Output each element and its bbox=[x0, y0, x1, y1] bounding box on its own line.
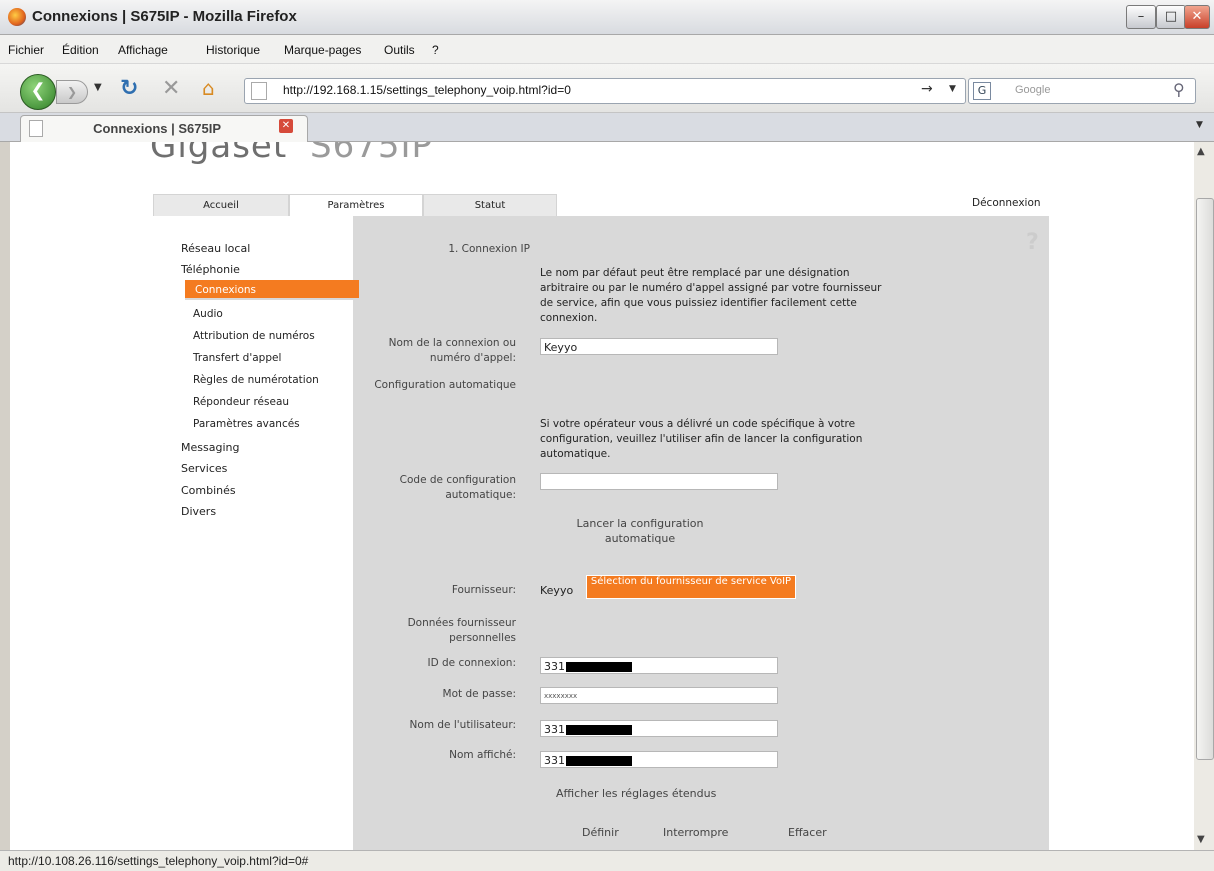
connection-name-label: Nom de la connexion ou numéro d'appel: bbox=[388, 337, 516, 364]
login-id-prefix: 331 bbox=[544, 660, 565, 673]
forward-arrow-icon[interactable]: ❯ bbox=[56, 80, 88, 104]
sidebar-item-combines[interactable]: Combinés bbox=[181, 484, 236, 497]
logo-brand: Gigaset bbox=[150, 142, 288, 166]
display-name-prefix: 331 bbox=[544, 754, 565, 767]
section-title: 1. Connexion IP bbox=[448, 243, 530, 255]
go-arrow-icon[interactable]: → bbox=[921, 81, 933, 97]
provider-value: Keyyo bbox=[540, 584, 574, 597]
minimize-button[interactable]: – bbox=[1126, 5, 1156, 29]
window-title: Connexions | S675IP - Mozilla Firefox bbox=[32, 8, 297, 25]
address-url: http://192.168.1.15/settings_telephony_v… bbox=[283, 83, 571, 97]
reload-icon[interactable]: ↻ bbox=[120, 76, 138, 101]
menu-edition[interactable]: Édition bbox=[62, 43, 99, 57]
navigation-toolbar: ❮ ❯ ▼ ↻ ✕ ⌂ http://192.168.1.15/settings… bbox=[0, 64, 1214, 113]
search-box[interactable]: G Google ⚲ bbox=[968, 78, 1196, 104]
username-label: Nom de l'utilisateur: bbox=[409, 719, 516, 731]
menu-help[interactable]: ? bbox=[432, 43, 439, 57]
password-label: Mot de passe: bbox=[442, 688, 516, 700]
tab-page-icon bbox=[29, 120, 43, 137]
sidebar-item-divers[interactable]: Divers bbox=[181, 505, 216, 518]
connection-name-input[interactable]: Keyyo bbox=[540, 338, 778, 355]
personal-data-title: Données fournisseur personnelles bbox=[407, 617, 516, 644]
auto-config-description: Si votre opérateur vous a délivré un cod… bbox=[540, 418, 863, 460]
provider-label: Fournisseur: bbox=[451, 584, 516, 596]
search-engine-icon[interactable]: G bbox=[973, 82, 991, 100]
address-bar[interactable]: http://192.168.1.15/settings_telephony_v… bbox=[244, 78, 966, 104]
tab-statut[interactable]: Statut bbox=[423, 194, 557, 217]
intro-text: Le nom par défaut peut être remplacé par… bbox=[540, 267, 882, 324]
window-title-bar: Connexions | S675IP - Mozilla Firefox – … bbox=[0, 0, 1214, 35]
display-name-input[interactable]: 331 bbox=[540, 751, 778, 768]
auto-config-title: Configuration automatique bbox=[374, 379, 516, 391]
page-icon bbox=[251, 82, 267, 100]
help-icon[interactable]: ? bbox=[1026, 230, 1039, 255]
redaction-block bbox=[566, 725, 632, 735]
auto-code-label: Code de configuration automatique: bbox=[399, 474, 516, 501]
search-magnifier-icon[interactable]: ⚲ bbox=[1173, 80, 1185, 99]
stop-icon[interactable]: ✕ bbox=[162, 76, 180, 101]
url-dropdown-icon[interactable]: ▼ bbox=[949, 84, 956, 94]
scroll-up-icon[interactable]: ▲ bbox=[1197, 146, 1205, 157]
tab-accueil[interactable]: Accueil bbox=[153, 194, 289, 217]
menu-outils[interactable]: Outils bbox=[384, 43, 415, 57]
sidebar-item-telephonie[interactable]: Téléphonie bbox=[181, 263, 240, 276]
login-id-label: ID de connexion: bbox=[427, 657, 516, 669]
tab-bar: Connexions | S675IP ✕ ▼ bbox=[0, 113, 1214, 142]
sidebar-item-messaging[interactable]: Messaging bbox=[181, 441, 239, 454]
page-viewport: Gigaset S675IP Accueil Paramètres Statut… bbox=[10, 142, 1194, 850]
maximize-button[interactable]: □ bbox=[1156, 5, 1186, 29]
password-input[interactable]: xxxxxxxx bbox=[540, 687, 778, 704]
login-id-input[interactable]: 331 bbox=[540, 657, 778, 674]
tab-title: Connexions | S675IP bbox=[93, 121, 221, 136]
history-dropdown-icon[interactable]: ▼ bbox=[94, 82, 102, 93]
logout-link[interactable]: Déconnexion bbox=[972, 197, 1041, 209]
redaction-block bbox=[566, 756, 632, 766]
select-provider-button[interactable]: Sélection du fournisseur de service VoIP bbox=[586, 575, 796, 599]
display-name-label: Nom affiché: bbox=[449, 749, 516, 761]
menu-affichage[interactable]: Affichage bbox=[118, 43, 168, 57]
menu-historique[interactable]: Historique bbox=[206, 43, 260, 57]
browser-tab[interactable]: Connexions | S675IP ✕ bbox=[20, 115, 308, 142]
define-button[interactable]: Définir bbox=[582, 826, 619, 839]
username-prefix: 331 bbox=[544, 723, 565, 736]
back-arrow-icon[interactable]: ❮ bbox=[20, 74, 56, 110]
sidebar-item-avances[interactable]: Paramètres avancés bbox=[193, 418, 300, 430]
sidebar-item-repondeur[interactable]: Répondeur réseau bbox=[193, 396, 289, 408]
auto-code-input[interactable] bbox=[540, 473, 778, 490]
redaction-block bbox=[566, 662, 632, 672]
interrupt-button[interactable]: Interrompre bbox=[663, 826, 728, 839]
sidebar-item-regles[interactable]: Règles de numérotation bbox=[193, 374, 319, 386]
logo-model: S675IP bbox=[310, 142, 434, 166]
sidebar-item-transfert[interactable]: Transfert d'appel bbox=[193, 352, 281, 364]
menu-marque-pages[interactable]: Marque-pages bbox=[284, 43, 361, 57]
show-advanced-link[interactable]: Afficher les réglages étendus bbox=[556, 787, 716, 800]
launch-auto-config-button[interactable]: Lancer la configuration automatique bbox=[570, 516, 710, 546]
home-icon[interactable]: ⌂ bbox=[202, 76, 215, 100]
status-bar: http://10.108.26.116/settings_telephony_… bbox=[0, 850, 1214, 871]
sidebar-item-reseau-local[interactable]: Réseau local bbox=[181, 242, 250, 255]
sidebar-item-services[interactable]: Services bbox=[181, 462, 227, 475]
menu-bar: Fichier Édition Affichage Historique Mar… bbox=[0, 35, 1214, 64]
tab-parametres[interactable]: Paramètres bbox=[289, 194, 423, 217]
tab-list-icon[interactable]: ▼ bbox=[1196, 120, 1203, 130]
sidebar-item-audio[interactable]: Audio bbox=[193, 308, 223, 320]
close-window-button[interactable]: ✕ bbox=[1184, 5, 1210, 29]
close-tab-icon[interactable]: ✕ bbox=[279, 119, 293, 133]
username-input[interactable]: 331 bbox=[540, 720, 778, 737]
clear-button[interactable]: Effacer bbox=[788, 826, 827, 839]
menu-fichier[interactable]: Fichier bbox=[8, 43, 44, 57]
sidebar-item-attribution[interactable]: Attribution de numéros bbox=[193, 330, 315, 342]
scroll-down-icon[interactable]: ▼ bbox=[1197, 834, 1205, 845]
search-placeholder: Google bbox=[1015, 84, 1051, 96]
scrollbar-thumb[interactable] bbox=[1196, 198, 1214, 760]
firefox-logo-icon bbox=[8, 8, 26, 26]
status-url: http://10.108.26.116/settings_telephony_… bbox=[8, 854, 309, 868]
sidebar-item-connexions[interactable]: Connexions bbox=[185, 280, 359, 300]
